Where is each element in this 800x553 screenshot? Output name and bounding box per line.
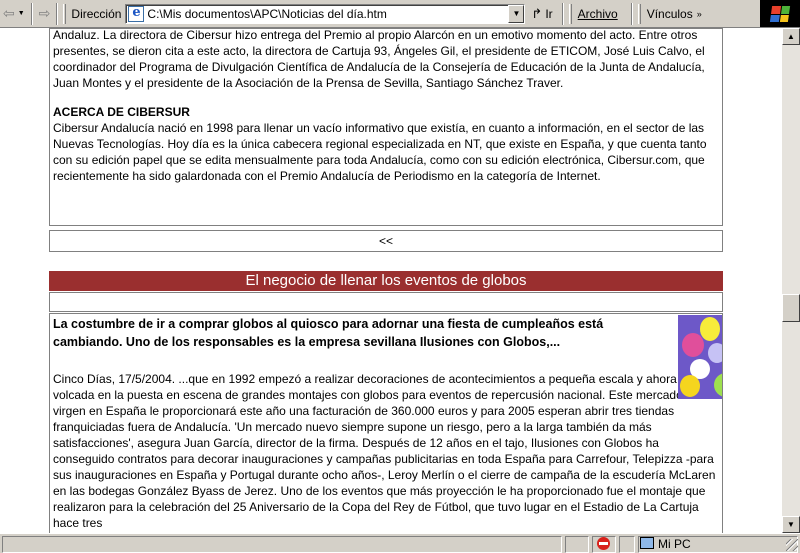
toolbar-grip[interactable] bbox=[63, 3, 67, 24]
popup-blocked-icon[interactable] bbox=[597, 537, 610, 550]
computer-icon bbox=[640, 537, 654, 549]
address-dropdown-button[interactable]: ▼ bbox=[508, 4, 525, 23]
address-field[interactable]: C:\Mis documentos\APC\Noticias del día.h… bbox=[125, 3, 526, 24]
chevron-down-icon: ▼ bbox=[512, 9, 521, 18]
status-bar: Mi PC bbox=[0, 533, 800, 553]
separator bbox=[561, 2, 564, 25]
vinculos-label: Vínculos bbox=[646, 6, 693, 21]
toolbar-grip[interactable] bbox=[568, 3, 572, 24]
go-label: Ir bbox=[545, 6, 553, 21]
address-value[interactable]: C:\Mis documentos\APC\Noticias del día.h… bbox=[147, 7, 508, 21]
windows-flag-icon bbox=[769, 5, 791, 22]
toolbar-grip[interactable] bbox=[637, 3, 641, 24]
status-cell bbox=[565, 536, 589, 553]
scroll-down-button[interactable]: ▼ bbox=[782, 516, 800, 533]
go-arrow-icon: ↱ bbox=[531, 5, 543, 21]
back-button[interactable]: ⇦ ▼ bbox=[0, 3, 28, 25]
vertical-scrollbar[interactable]: ▲ ▼ bbox=[782, 28, 800, 533]
article-cibersur: Andaluz. La directora de Cibersur hizo e… bbox=[49, 28, 723, 226]
security-zone: Mi PC bbox=[658, 537, 691, 551]
status-text-cell bbox=[2, 536, 562, 553]
article-paragraph: Cibersur Andalucía nació en 1998 para ll… bbox=[53, 121, 707, 183]
back-link[interactable]: << bbox=[379, 234, 393, 248]
go-button[interactable]: ↱ Ir bbox=[525, 3, 558, 25]
back-arrow-icon: ⇦ bbox=[3, 5, 15, 21]
scrollbar-thumb[interactable] bbox=[782, 294, 800, 322]
article-lead: La costumbre de ir a comprar globos al q… bbox=[53, 317, 604, 349]
chevron-down-icon: ▼ bbox=[17, 10, 25, 17]
vinculos-button[interactable]: Vínculos» bbox=[644, 3, 705, 25]
section-heading: ACERCA DE CIBERSUR bbox=[53, 105, 190, 119]
status-cell bbox=[619, 536, 635, 553]
article-globos: La costumbre de ir a comprar globos al q… bbox=[49, 313, 723, 533]
article-paragraph: Andaluz. La directora de Cibersur hizo e… bbox=[53, 28, 705, 90]
resize-grip[interactable] bbox=[786, 539, 798, 551]
article-body: Cinco Días, 17/5/2004. ...que en 1992 em… bbox=[53, 372, 716, 530]
forward-arrow-icon: ⇨ bbox=[38, 5, 51, 21]
article-title: El negocio de llenar los eventos de glob… bbox=[49, 271, 723, 291]
browser-window: ⇦▼ ⇨ Dirección C:\Mis documentos\APC\Not… bbox=[0, 0, 800, 553]
address-toolbar: ⇦▼ ⇨ Dirección C:\Mis documentos\APC\Not… bbox=[0, 0, 800, 28]
page-viewport: Andaluz. La directora de Cibersur hizo e… bbox=[0, 28, 782, 533]
back-link-row: << bbox=[49, 230, 723, 252]
separator bbox=[56, 2, 59, 25]
address-label: Dirección bbox=[71, 6, 122, 21]
windows-logo bbox=[760, 0, 800, 27]
spacer-row bbox=[49, 292, 723, 312]
page-icon bbox=[128, 5, 145, 22]
forward-button[interactable]: ⇨ bbox=[36, 3, 54, 25]
balloons-image bbox=[678, 315, 722, 399]
separator bbox=[630, 2, 633, 25]
chevron-right-icon: » bbox=[696, 8, 702, 19]
arrow-down-icon: ▼ bbox=[787, 520, 795, 529]
archivo-menu[interactable]: Archivo bbox=[575, 3, 621, 25]
separator bbox=[30, 2, 33, 25]
scroll-up-button[interactable]: ▲ bbox=[782, 28, 800, 45]
archivo-label: Archivo bbox=[577, 6, 618, 21]
arrow-up-icon: ▲ bbox=[787, 32, 795, 41]
